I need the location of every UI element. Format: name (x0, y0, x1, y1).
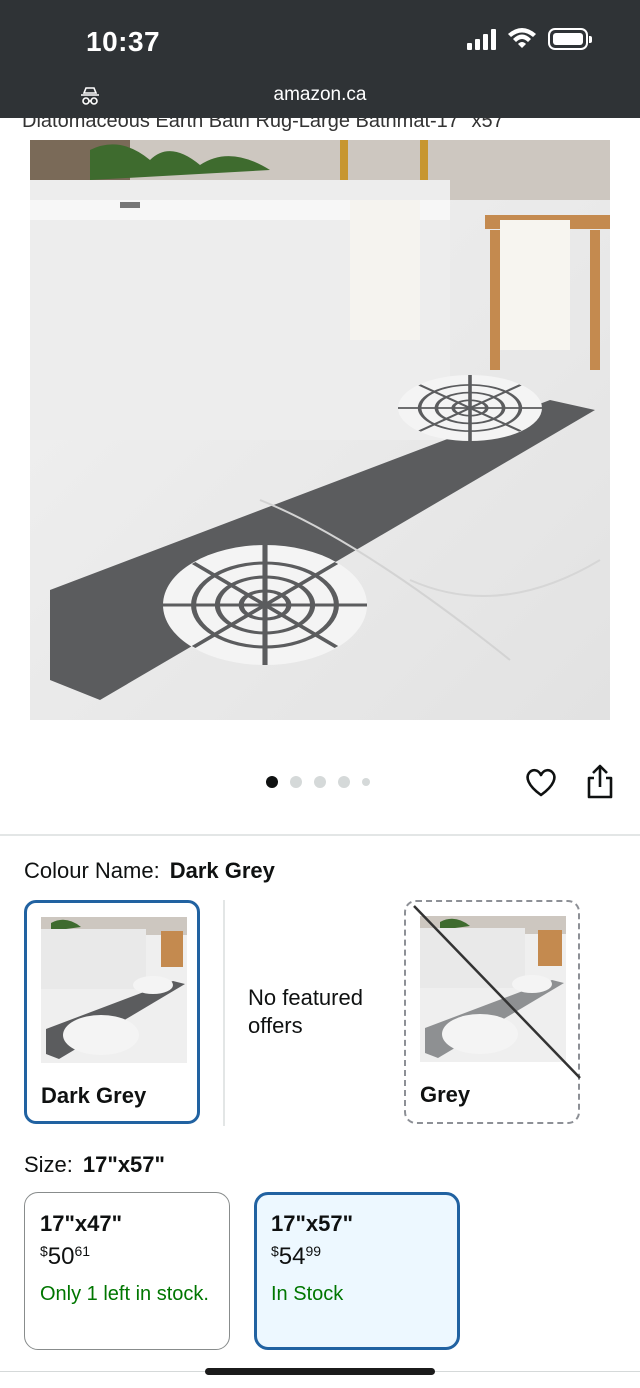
size-option-price: $5061 (40, 1243, 91, 1270)
carousel-dot[interactable] (290, 776, 302, 788)
size-option-name: 17"x47" (40, 1211, 123, 1236)
colour-swatch-dark-grey[interactable]: Dark Grey (24, 900, 200, 1124)
carousel-dot[interactable] (362, 778, 370, 786)
size-option-price: $5499 (271, 1243, 322, 1270)
product-image[interactable] (30, 140, 610, 720)
carousel-dot[interactable] (314, 776, 326, 788)
browser-chrome: 10:37 amazon.ca (0, 0, 640, 118)
home-indicator[interactable] (205, 1368, 435, 1375)
size-label: Size: (24, 1152, 73, 1177)
size-option-availability: In Stock (271, 1283, 344, 1305)
size-row: Size: 17"x57" (24, 1152, 165, 1178)
status-icons (467, 28, 592, 50)
image-carousel-dots[interactable] (266, 776, 370, 788)
colour-name-value: Dark Grey (169, 858, 275, 883)
carousel-dot[interactable] (266, 776, 278, 788)
battery-icon (548, 28, 592, 50)
size-value: 17"x57" (82, 1152, 165, 1177)
wifi-icon (508, 28, 536, 48)
carousel-dot[interactable] (338, 776, 350, 788)
status-time: 10:37 (86, 26, 161, 57)
no-featured-offers: No featured offers (248, 985, 363, 1038)
colour-name-label: Colour Name: (24, 858, 160, 883)
swatch-image (41, 917, 187, 1063)
url-bar[interactable]: amazon.ca (0, 84, 640, 106)
colour-swatch-grey[interactable]: Grey (404, 900, 581, 1124)
size-option-17x47[interactable]: 17"x47" $5061 Only 1 left in stock. (24, 1192, 230, 1350)
heart-icon[interactable] (523, 764, 559, 800)
swatch-label: Grey (420, 1082, 471, 1107)
share-icon[interactable] (584, 764, 616, 800)
signal-icon (467, 28, 496, 50)
size-option-availability: Only 1 left in stock. (40, 1283, 209, 1305)
swatch-separator (223, 900, 225, 1126)
swatch-label: Dark Grey (41, 1083, 147, 1108)
swatch-image (420, 916, 566, 1062)
colour-name-row: Colour Name: Dark Grey (24, 858, 275, 884)
section-divider (0, 834, 640, 836)
size-option-17x57[interactable]: 17"x57" $5499 In Stock (254, 1192, 460, 1350)
size-option-name: 17"x57" (271, 1211, 354, 1236)
